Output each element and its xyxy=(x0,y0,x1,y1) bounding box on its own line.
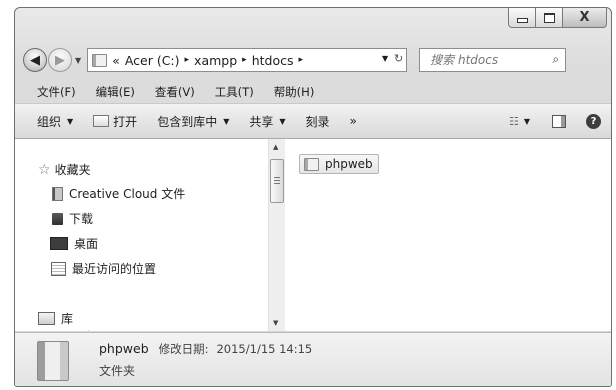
sidebar-item-libraries[interactable]: 库 xyxy=(38,310,73,327)
content-area: ☆ 收藏夹 Creative Cloud 文件 下载 桌面 最近访问的位置 库 … xyxy=(15,139,611,331)
help-icon[interactable]: ? xyxy=(586,113,601,129)
menu-bar: 文件(F) 编辑(E) 查看(V) 工具(T) 帮助(H) xyxy=(15,81,611,104)
details-pane: phpweb 修改日期: 2015/1/15 14:15 文件夹 xyxy=(15,332,611,386)
sidebar-item-recent-places[interactable]: 最近访问的位置 xyxy=(51,260,156,277)
share-button[interactable]: 共享 ▼ xyxy=(249,113,285,130)
breadcrumb-drive[interactable]: Acer (C:) xyxy=(125,53,180,68)
command-bar-right: ☷ ▼ ? xyxy=(509,104,611,138)
include-in-library-button[interactable]: 包含到库中 ▼ xyxy=(157,113,229,130)
sidebar-item-creative-cloud[interactable]: Creative Cloud 文件 xyxy=(52,185,185,202)
grip-icon xyxy=(274,177,280,184)
file-item-phpweb[interactable]: phpweb xyxy=(299,154,379,174)
details-modified-label: 修改日期: xyxy=(158,342,209,356)
menu-view[interactable]: 查看(V) xyxy=(155,84,195,100)
view-options-dropdown-icon[interactable]: ▼ xyxy=(524,117,530,126)
caption-buttons: X xyxy=(508,8,607,28)
open-button[interactable]: 打开 xyxy=(93,113,137,130)
details-name-row: phpweb 修改日期: 2015/1/15 14:15 xyxy=(99,341,312,357)
file-list: phpweb xyxy=(285,139,611,331)
details-type: 文件夹 xyxy=(99,364,136,378)
address-dropdown-icon[interactable]: ▼ xyxy=(382,54,388,63)
breadcrumb-separator-icon[interactable]: ▸ xyxy=(298,55,303,65)
downloads-icon xyxy=(52,212,63,225)
recent-pages-dropdown[interactable]: ▼ xyxy=(75,56,81,65)
more-commands-button[interactable]: » xyxy=(350,114,357,128)
chevron-down-icon: ▼ xyxy=(279,116,286,126)
details-modified-value: 2015/1/15 14:15 xyxy=(216,342,313,356)
scroll-up-icon[interactable]: ▲ xyxy=(273,143,278,151)
command-bar: 组织 ▼ 打开 包含到库中 ▼ 共享 ▼ 刻录 » ☷ ▼ ? xyxy=(15,104,611,139)
back-button[interactable]: ◀ xyxy=(23,48,47,72)
address-bar[interactable]: « Acer (C:) ▸ xampp ▸ htdocs ▸ ▼ ↻ xyxy=(87,48,408,72)
navigation-bar: ◀ ▶ ▼ « Acer (C:) ▸ xampp ▸ htdocs ▸ ▼ ↻… xyxy=(23,46,607,74)
share-label: 共享 xyxy=(249,114,274,129)
more-icon: » xyxy=(349,114,357,128)
open-icon xyxy=(93,115,110,127)
menu-file[interactable]: 文件(F) xyxy=(37,84,76,100)
desktop-icon xyxy=(50,237,68,250)
close-button[interactable]: X xyxy=(562,8,607,28)
folder-icon xyxy=(37,341,69,381)
forward-arrow-icon: ▶ xyxy=(55,52,65,68)
organize-button[interactable]: 组织 ▼ xyxy=(37,113,73,130)
include-in-library-label: 包含到库中 xyxy=(157,114,218,129)
breadcrumb-separator-icon[interactable]: ▸ xyxy=(185,55,190,65)
navigation-pane-scrollbar[interactable]: ▲ ▼ xyxy=(268,139,285,331)
sidebar-item-desktop[interactable]: 桌面 xyxy=(50,235,98,252)
chevron-down-icon: ▼ xyxy=(67,116,74,126)
sidebar-item-downloads[interactable]: 下载 xyxy=(52,210,93,227)
folder-icon xyxy=(304,157,319,171)
minimize-button[interactable] xyxy=(508,8,536,28)
folder-icon xyxy=(52,186,63,201)
maximize-button[interactable] xyxy=(535,8,563,28)
breadcrumb-separator-icon[interactable]: ▸ xyxy=(242,55,247,65)
menu-edit[interactable]: 编辑(E) xyxy=(96,84,135,100)
sidebar-item-label: 库 xyxy=(61,312,74,326)
recent-places-icon xyxy=(51,261,66,276)
refresh-icon[interactable]: ↻ xyxy=(394,52,403,65)
back-arrow-icon: ◀ xyxy=(30,52,40,68)
sidebar-item-label: Creative Cloud 文件 xyxy=(69,187,186,201)
forward-button[interactable]: ▶ xyxy=(48,48,72,72)
explorer-window: X ◀ ▶ ▼ « Acer (C:) ▸ xampp ▸ htdocs ▸ ▼… xyxy=(14,7,612,387)
close-icon: X xyxy=(579,10,590,25)
sidebar-item-favorites[interactable]: ☆ 收藏夹 xyxy=(38,161,91,178)
sidebar-item-label: 收藏夹 xyxy=(54,163,91,177)
sidebar-item-label: 视频 xyxy=(73,328,97,331)
change-view-icon[interactable]: ☷ xyxy=(509,115,519,128)
sidebar-item-videos[interactable]: 视频 xyxy=(52,328,97,331)
sidebar-item-label: 桌面 xyxy=(74,237,99,251)
breadcrumb-overflow[interactable]: « xyxy=(112,53,120,68)
burn-button[interactable]: 刻录 xyxy=(306,113,330,130)
star-icon: ☆ xyxy=(38,161,51,178)
minimize-icon xyxy=(516,18,528,23)
maximize-icon xyxy=(543,12,555,23)
sidebar-item-label: 下载 xyxy=(69,212,94,226)
menu-tools[interactable]: 工具(T) xyxy=(215,84,254,100)
sidebar-item-label: 最近访问的位置 xyxy=(72,262,157,276)
chevron-down-icon: ▼ xyxy=(223,116,230,126)
menu-help[interactable]: 帮助(H) xyxy=(274,84,315,100)
breadcrumb-htdocs[interactable]: htdocs xyxy=(252,53,294,68)
scrollbar-thumb[interactable] xyxy=(270,159,284,203)
preview-pane-icon[interactable] xyxy=(552,114,566,128)
search-input[interactable] xyxy=(428,52,551,68)
file-item-label: phpweb xyxy=(325,157,373,171)
search-box[interactable]: ⌕ xyxy=(419,48,567,72)
open-label: 打开 xyxy=(113,114,138,129)
breadcrumb-xampp[interactable]: xampp xyxy=(194,53,237,68)
folder-icon xyxy=(92,53,108,67)
details-name: phpweb xyxy=(99,341,149,356)
organize-label: 组织 xyxy=(37,114,62,129)
scroll-down-icon[interactable]: ▼ xyxy=(273,319,278,327)
library-icon xyxy=(38,312,55,325)
burn-label: 刻录 xyxy=(305,114,330,129)
search-icon[interactable]: ⌕ xyxy=(552,52,559,67)
navigation-pane: ☆ 收藏夹 Creative Cloud 文件 下载 桌面 最近访问的位置 库 xyxy=(15,139,267,331)
